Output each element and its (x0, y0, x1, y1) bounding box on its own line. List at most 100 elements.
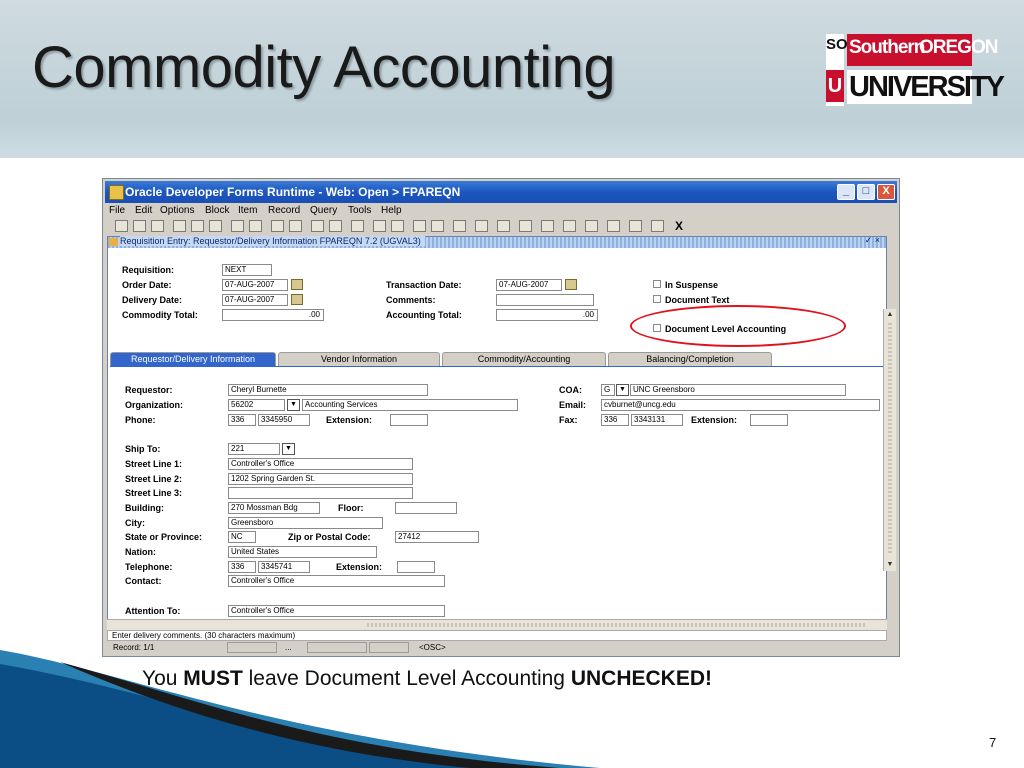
ship-to-dropdown-icon[interactable]: ▼ (282, 443, 295, 455)
java-cup-icon (109, 185, 124, 200)
organization-dropdown-icon[interactable]: ▼ (287, 399, 300, 411)
toolbar-exit-x[interactable]: X (675, 219, 683, 233)
caption-emphasis-must: MUST (183, 667, 243, 690)
minimize-button[interactable]: _ (837, 184, 855, 200)
menu-file[interactable]: File (109, 205, 125, 216)
edit-icon[interactable] (541, 220, 554, 232)
nation-field[interactable]: United States (228, 546, 377, 558)
delivery-date-field[interactable]: 07-AUG-2007 (222, 294, 288, 306)
paste-icon[interactable] (431, 220, 444, 232)
execute-query-icon[interactable] (329, 220, 342, 232)
scroll-up-icon[interactable]: ▲ (884, 309, 896, 321)
phone-extension-field[interactable] (390, 414, 428, 426)
phone-number-field[interactable]: 3345950 (258, 414, 310, 426)
street-line-2-field[interactable]: 1202 Spring Garden St. (228, 473, 413, 485)
tab-requestor-delivery[interactable]: Requestor/Delivery Information (110, 352, 276, 366)
street-line-3-field[interactable] (228, 487, 413, 499)
options-icon[interactable] (373, 220, 386, 232)
enter-query-icon[interactable] (311, 220, 324, 232)
attachments-icon[interactable] (453, 220, 466, 232)
calendar-icon[interactable] (291, 279, 303, 290)
scroll-down-icon[interactable]: ▼ (884, 559, 896, 571)
transaction-date-label: Transaction Date: (386, 280, 462, 290)
next-record-icon[interactable] (249, 220, 262, 232)
delete-record-icon[interactable] (289, 220, 302, 232)
ship-to-field[interactable]: 221 (228, 443, 280, 455)
dynamic-options-icon[interactable] (391, 220, 404, 232)
floor-field[interactable] (395, 502, 457, 514)
menu-tools[interactable]: Tools (348, 205, 371, 216)
print-icon[interactable] (173, 220, 186, 232)
horizontal-scrollbar[interactable] (107, 619, 887, 630)
in-suspense-checkbox[interactable] (653, 280, 661, 288)
form-close-icon[interactable]: ✓ × (865, 235, 880, 246)
menu-help[interactable]: Help (381, 205, 402, 216)
vertical-scrollbar[interactable]: ▲ ▼ (883, 309, 896, 571)
logo-university: UNIVERSITY (849, 71, 1005, 103)
cancel-query-icon[interactable] (351, 220, 364, 232)
requestor-field[interactable]: Cheryl Burnette (228, 384, 428, 396)
building-field[interactable]: 270 Mossman Bdg (228, 502, 320, 514)
coa-dropdown-icon[interactable]: ▼ (616, 384, 629, 396)
in-suspense-label: In Suspense (665, 280, 719, 290)
comments-field[interactable] (496, 294, 594, 306)
menu-options[interactable]: Options (160, 205, 194, 216)
accounting-total-label: Accounting Total: (386, 310, 462, 320)
transaction-date-field[interactable]: 07-AUG-2007 (496, 279, 562, 291)
telephone-extension-field[interactable] (397, 561, 435, 573)
tab-commodity-accounting[interactable]: Commodity/Accounting (442, 352, 606, 366)
telephone-area-field[interactable]: 336 (228, 561, 256, 573)
requisition-field[interactable]: NEXT (222, 264, 272, 276)
calendar-icon[interactable] (565, 279, 577, 290)
calendar-icon[interactable] (291, 294, 303, 305)
menu-item[interactable]: Item (238, 205, 257, 216)
city-label: City: (125, 518, 145, 528)
form-titlebar[interactable]: Requisition Entry: Requestor/Delivery In… (108, 235, 886, 248)
organization-name-field: Accounting Services (302, 399, 518, 411)
street-line-1-label: Street Line 1: (125, 459, 183, 469)
next-block-icon[interactable] (209, 220, 222, 232)
menu-block[interactable]: Block (205, 205, 229, 216)
copy-icon[interactable] (413, 220, 426, 232)
email-field[interactable]: cvburnet@uncg.edu (601, 399, 880, 411)
state-field[interactable]: NC (228, 531, 256, 543)
logo-so: SO (826, 36, 848, 53)
close-window-button[interactable]: X (877, 184, 895, 200)
info-icon[interactable] (607, 220, 620, 232)
help-icon[interactable] (519, 220, 532, 232)
telephone-number-field[interactable]: 3345741 (258, 561, 310, 573)
menu-edit[interactable]: Edit (135, 205, 152, 216)
save-icon[interactable] (115, 220, 128, 232)
fax-label: Fax: (559, 415, 578, 425)
insert-record-icon[interactable] (271, 220, 284, 232)
attention-to-field[interactable]: Controller's Office (228, 605, 445, 617)
window-titlebar[interactable]: Oracle Developer Forms Runtime - Web: Op… (105, 181, 897, 203)
previous-record-icon[interactable] (231, 220, 244, 232)
zip-field[interactable]: 27412 (395, 531, 479, 543)
fax-extension-field[interactable] (750, 414, 788, 426)
rollback-icon[interactable] (133, 220, 146, 232)
print-screen-icon[interactable] (563, 220, 576, 232)
fax-number-field[interactable]: 3343131 (631, 414, 683, 426)
workflow-icon[interactable] (475, 220, 488, 232)
coa-code-field[interactable]: G (601, 384, 615, 396)
document-text-checkbox[interactable] (653, 295, 661, 303)
menu-record[interactable]: Record (268, 205, 300, 216)
menu-query[interactable]: Query (310, 205, 337, 216)
bookmark-icon[interactable] (585, 220, 598, 232)
list-icon[interactable] (497, 220, 510, 232)
tab-balancing-completion[interactable]: Balancing/Completion (608, 352, 772, 366)
contact-field[interactable]: Controller's Office (228, 575, 445, 587)
organization-code-field[interactable]: 56202 (228, 399, 285, 411)
city-field[interactable]: Greensboro (228, 517, 383, 529)
fax-area-field[interactable]: 336 (601, 414, 629, 426)
phone-area-field[interactable]: 336 (228, 414, 256, 426)
search-icon[interactable] (651, 220, 664, 232)
street-line-1-field[interactable]: Controller's Office (228, 458, 413, 470)
order-date-field[interactable]: 07-AUG-2007 (222, 279, 288, 291)
exit-icon[interactable] (151, 220, 164, 232)
question-icon[interactable] (629, 220, 642, 232)
tab-vendor-information[interactable]: Vendor Information (278, 352, 440, 366)
maximize-button[interactable]: □ (857, 184, 875, 200)
previous-block-icon[interactable] (191, 220, 204, 232)
